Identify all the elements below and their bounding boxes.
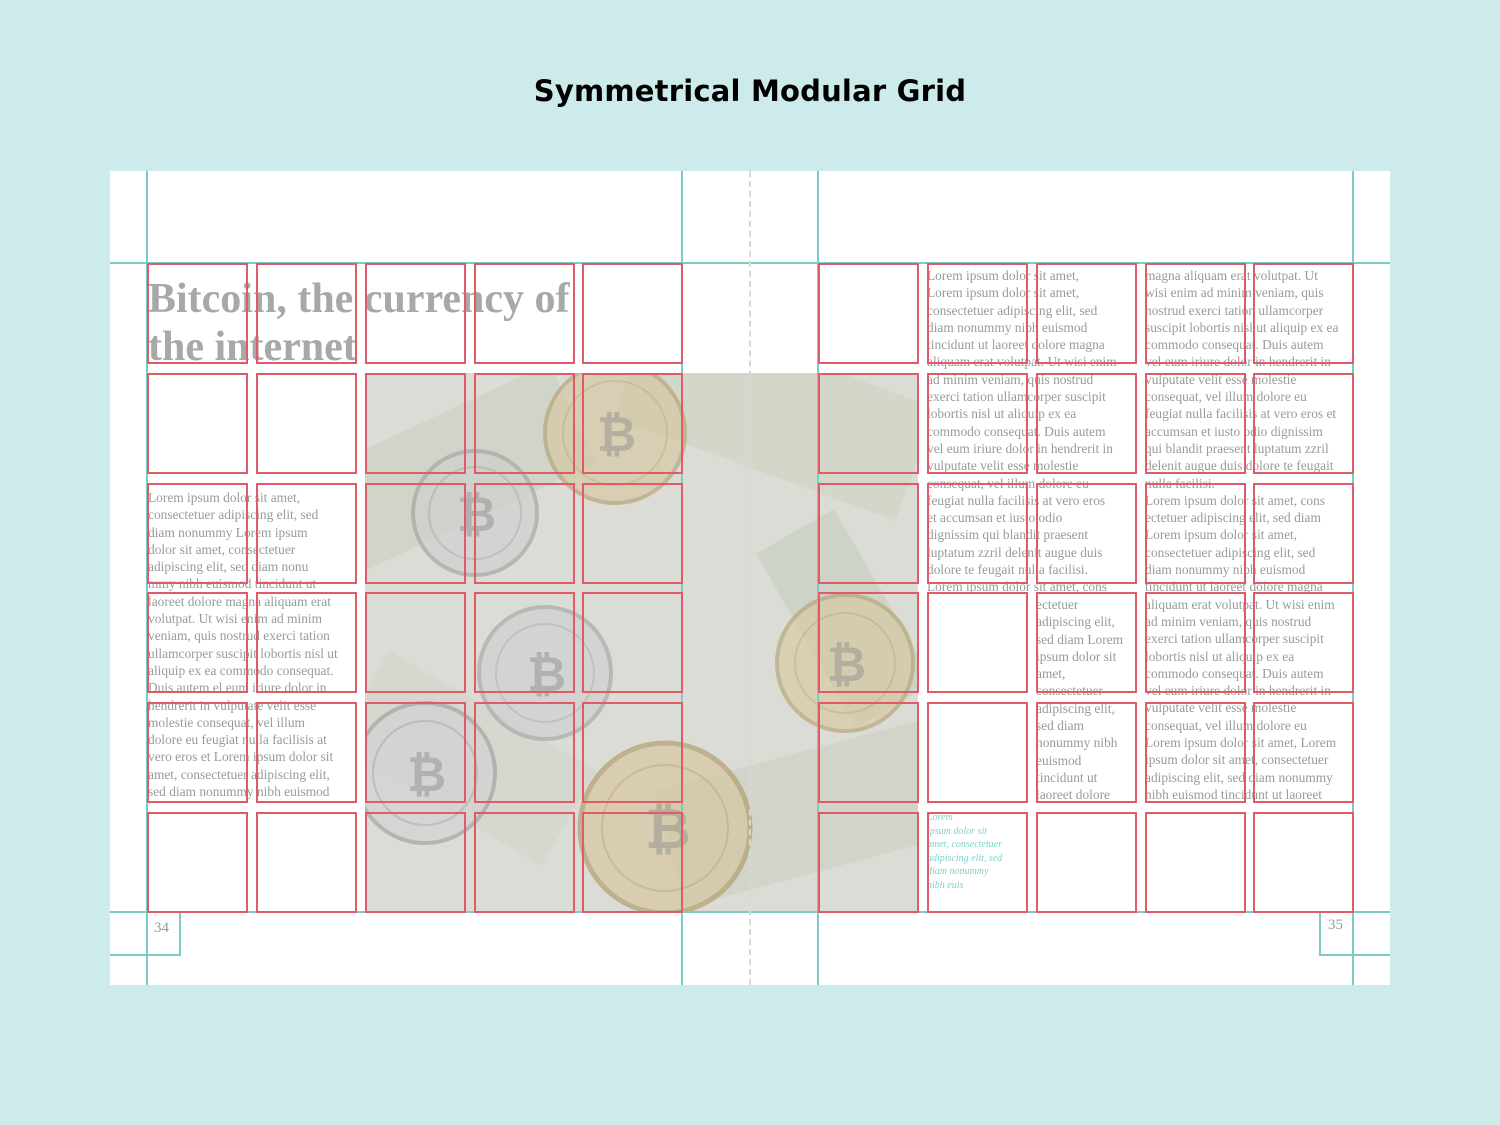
grid-module bbox=[927, 702, 1028, 803]
grid-module bbox=[582, 263, 683, 364]
grid-module bbox=[1253, 373, 1354, 474]
grid-module bbox=[147, 263, 248, 364]
grid-module bbox=[256, 702, 357, 803]
grid-module bbox=[1036, 812, 1137, 913]
grid-module bbox=[1253, 263, 1354, 364]
grid-module bbox=[1036, 483, 1137, 584]
page-number-left: 34 bbox=[154, 920, 169, 936]
grid-module bbox=[256, 373, 357, 474]
grid-module bbox=[147, 483, 248, 584]
grid-module bbox=[147, 812, 248, 913]
grid-module bbox=[365, 263, 466, 364]
grid-module bbox=[474, 263, 575, 364]
grid-module bbox=[256, 263, 357, 364]
grid-module bbox=[365, 483, 466, 584]
grid-module bbox=[1253, 483, 1354, 584]
grid-module bbox=[256, 592, 357, 693]
grid-module bbox=[1036, 373, 1137, 474]
grid-module bbox=[365, 812, 466, 913]
grid-module bbox=[365, 702, 466, 803]
grid-module bbox=[927, 592, 1028, 693]
spine-guide bbox=[749, 171, 751, 985]
grid-module bbox=[147, 592, 248, 693]
grid-module bbox=[474, 373, 575, 474]
grid-module bbox=[1145, 702, 1246, 803]
grid-module bbox=[1145, 592, 1246, 693]
grid-module bbox=[1253, 592, 1354, 693]
grid-module bbox=[582, 812, 683, 913]
grid-module bbox=[818, 702, 919, 803]
grid-module bbox=[1145, 812, 1246, 913]
grid-module bbox=[582, 592, 683, 693]
guide-line bbox=[1319, 911, 1321, 956]
grid-module bbox=[147, 373, 248, 474]
grid-module bbox=[256, 812, 357, 913]
grid-module bbox=[1036, 592, 1137, 693]
page-title: Symmetrical Modular Grid bbox=[533, 74, 967, 108]
grid-module bbox=[474, 702, 575, 803]
grid-module bbox=[474, 812, 575, 913]
grid-module bbox=[818, 373, 919, 474]
grid-module bbox=[818, 483, 919, 584]
grid-module bbox=[147, 702, 248, 803]
grid-module bbox=[1253, 702, 1354, 803]
grid-module bbox=[256, 483, 357, 584]
grid-module bbox=[927, 812, 1028, 913]
grid-module bbox=[1253, 812, 1354, 913]
grid-module bbox=[1145, 263, 1246, 364]
grid-module bbox=[582, 373, 683, 474]
grid-module bbox=[1145, 483, 1246, 584]
grid-module bbox=[365, 373, 466, 474]
grid-module bbox=[582, 483, 683, 584]
grid-module bbox=[582, 702, 683, 803]
grid-module bbox=[1036, 263, 1137, 364]
guide-line bbox=[1319, 954, 1390, 956]
grid-module bbox=[365, 592, 466, 693]
grid-module bbox=[1145, 373, 1246, 474]
grid-module bbox=[818, 812, 919, 913]
grid-module bbox=[474, 483, 575, 584]
guide-line bbox=[110, 954, 181, 956]
book-spread: ₿ ₿ ₿ ₿ ₿ ₿ Bitcoin, the currency of the… bbox=[110, 171, 1390, 985]
grid-module bbox=[927, 483, 1028, 584]
grid-module bbox=[474, 592, 575, 693]
grid-module bbox=[818, 263, 919, 364]
grid-module bbox=[927, 373, 1028, 474]
guide-line bbox=[179, 911, 181, 956]
grid-module bbox=[818, 592, 919, 693]
grid-module bbox=[927, 263, 1028, 364]
grid-module bbox=[1036, 702, 1137, 803]
page-number-right: 35 bbox=[1328, 917, 1343, 933]
